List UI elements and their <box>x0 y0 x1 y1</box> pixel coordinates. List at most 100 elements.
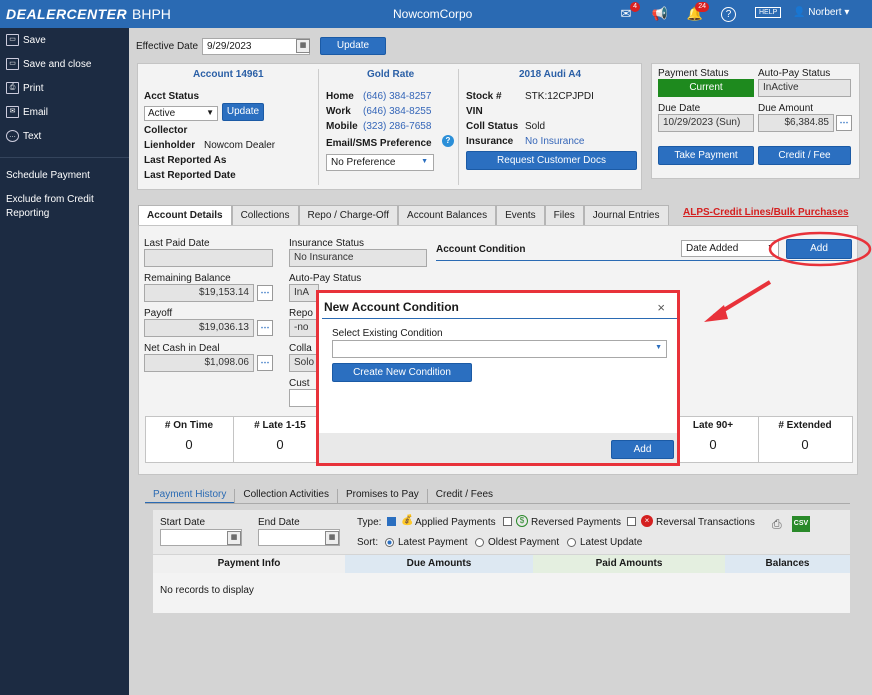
customer-label: Cust <box>289 378 310 389</box>
company-name[interactable]: NowcomCorpo <box>393 7 472 21</box>
arrow-head <box>704 305 728 322</box>
close-icon[interactable]: × <box>657 300 665 315</box>
stat-extended-value: 0 <box>801 437 809 452</box>
acct-status-update-button[interactable]: Update <box>222 103 264 121</box>
stat-on-time: # On Time 0 <box>145 420 233 452</box>
work-label: Work <box>326 106 351 117</box>
modal-add-button[interactable]: Add <box>611 440 674 459</box>
save-icon: ▭ <box>6 34 19 46</box>
payment-status-badge: Current <box>658 79 754 97</box>
csv-export-icon[interactable]: CSV <box>792 516 810 532</box>
request-docs-button[interactable]: Request Customer Docs <box>466 151 637 170</box>
sidebar-print[interactable]: ⎙ Print <box>6 82 44 94</box>
stat-late-1-15-label: # Late 1-15 <box>254 420 306 431</box>
net-cash-more-icon[interactable]: ⋯ <box>257 355 273 371</box>
type-label: Type: <box>357 517 382 528</box>
col-due-amounts: Due Amounts <box>345 555 533 573</box>
notification-badge: 24 <box>695 2 709 12</box>
work-phone-link[interactable]: (646) 384-8255 <box>363 106 431 117</box>
acct-status-value: Active <box>148 108 176 119</box>
tab-payment-history[interactable]: Payment History <box>145 489 235 504</box>
due-amount-more-icon[interactable]: ⋯ <box>836 115 852 131</box>
sms-icon: … <box>6 130 19 142</box>
dollar-circle-icon: $ <box>516 515 528 527</box>
divider <box>458 69 459 185</box>
tab-promises-to-pay[interactable]: Promises to Pay <box>336 489 427 504</box>
calendar-icon[interactable]: ▦ <box>296 39 310 53</box>
lienholder-label: Lienholder <box>144 140 196 151</box>
tab-files[interactable]: Files <box>544 205 584 225</box>
coll-status-label: Coll Status <box>466 121 519 132</box>
help-button[interactable]: HELP <box>755 7 782 18</box>
payoff-more-icon[interactable]: ⋯ <box>257 320 273 336</box>
repo-value: -no <box>289 319 319 337</box>
user-menu[interactable]: 👤 Norbert ▾ <box>793 7 849 18</box>
help-circle-icon[interactable]: ? <box>721 7 736 22</box>
stat-late-90: Late 90+ 0 <box>670 420 756 452</box>
tab-account-balances[interactable]: Account Balances <box>398 205 497 225</box>
calendar-icon[interactable]: ▦ <box>227 531 241 545</box>
stat-late-90-value: 0 <box>709 437 717 452</box>
sidebar-email[interactable]: ✉ Email <box>6 106 48 118</box>
schedule-payment-link[interactable]: Schedule Payment <box>6 170 90 181</box>
mail-icon[interactable]: ✉ 4 <box>617 2 640 23</box>
create-condition-button[interactable]: Create New Condition <box>332 363 472 382</box>
tab-events[interactable]: Events <box>496 205 545 225</box>
sort-update-radio[interactable] <box>567 537 576 548</box>
customer-field[interactable] <box>289 389 319 407</box>
mobile-phone-link[interactable]: (323) 286-7658 <box>363 121 431 132</box>
col-payment-info: Payment Info <box>153 555 345 573</box>
sidebar-save-close[interactable]: ▭ Save and close <box>6 58 91 70</box>
acct-status-label: Acct Status <box>144 91 200 102</box>
sort-oldest-radio[interactable] <box>475 537 484 548</box>
checkbox-unchecked-icon <box>627 516 636 526</box>
insurance-link[interactable]: No Insurance <box>525 136 584 147</box>
calendar-icon[interactable]: ▦ <box>325 531 339 545</box>
alps-credit-link[interactable]: ALPS-Credit Lines/Bulk Purchases <box>683 207 849 218</box>
col-balances: Balances <box>725 555 850 573</box>
effective-update-button[interactable]: Update <box>320 37 386 55</box>
print-icon[interactable]: ⎙ <box>772 517 788 533</box>
sidebar-save[interactable]: ▭ Save <box>6 34 46 46</box>
detail-tabs: Account Details Collections Repo / Charg… <box>138 205 669 225</box>
reversed-checkbox[interactable] <box>503 516 512 527</box>
tab-collections[interactable]: Collections <box>231 205 299 225</box>
tab-collection-activities[interactable]: Collection Activities <box>234 489 337 504</box>
mobile-label: Mobile <box>326 121 358 132</box>
chevron-down-icon: ▼ <box>655 344 662 351</box>
tab-repo-chargeoff[interactable]: Repo / Charge-Off <box>298 205 399 225</box>
tab-credit-fees[interactable]: Credit / Fees <box>426 489 501 504</box>
bell-icon[interactable]: 🔔 24 <box>686 2 709 23</box>
due-amount-label: Due Amount <box>758 103 814 114</box>
sidebar-text[interactable]: … Text <box>6 130 41 142</box>
acct-status-select[interactable]: Active ▼ <box>144 106 218 121</box>
credit-fee-button[interactable]: Credit / Fee <box>758 146 851 165</box>
megaphone-icon[interactable]: 📢 <box>651 5 669 23</box>
reversal-tx-checkbox[interactable] <box>627 516 636 527</box>
sort-latest-radio[interactable] <box>385 537 394 548</box>
applied-checkbox[interactable] <box>387 516 396 527</box>
divider <box>233 416 234 463</box>
app-logo[interactable]: DEALERCENTER <box>6 6 127 22</box>
effective-date-input[interactable]: 9/29/2023 <box>202 38 310 55</box>
due-date-label: Due Date <box>658 103 701 114</box>
chevron-down-icon: ▼ <box>206 108 214 117</box>
no-records-text: No records to display <box>160 585 254 596</box>
select-condition-dropdown[interactable]: ▼ <box>332 340 667 358</box>
email-pref-select[interactable]: No Preference ▼ <box>326 154 434 171</box>
exclude-credit-link[interactable]: Exclude from Credit Reporting <box>6 193 116 221</box>
stat-late-1-15-value: 0 <box>276 437 284 452</box>
take-payment-button[interactable]: Take Payment <box>658 146 754 165</box>
stat-extended-label: # Extended <box>778 420 832 431</box>
sidebar-email-label: Email <box>23 106 49 118</box>
repo-label: Repo <box>289 308 313 319</box>
radio-unselected-icon <box>475 537 484 547</box>
end-date-label: End Date <box>258 517 300 528</box>
tab-account-details[interactable]: Account Details <box>138 205 232 225</box>
stock-label: Stock # <box>466 91 502 102</box>
remaining-more-icon[interactable]: ⋯ <box>257 285 273 301</box>
stat-on-time-label: # On Time <box>164 420 214 431</box>
tab-journal-entries[interactable]: Journal Entries <box>583 205 669 225</box>
home-phone-link[interactable]: (646) 384-8257 <box>363 91 431 102</box>
info-icon[interactable]: ? <box>442 135 454 147</box>
